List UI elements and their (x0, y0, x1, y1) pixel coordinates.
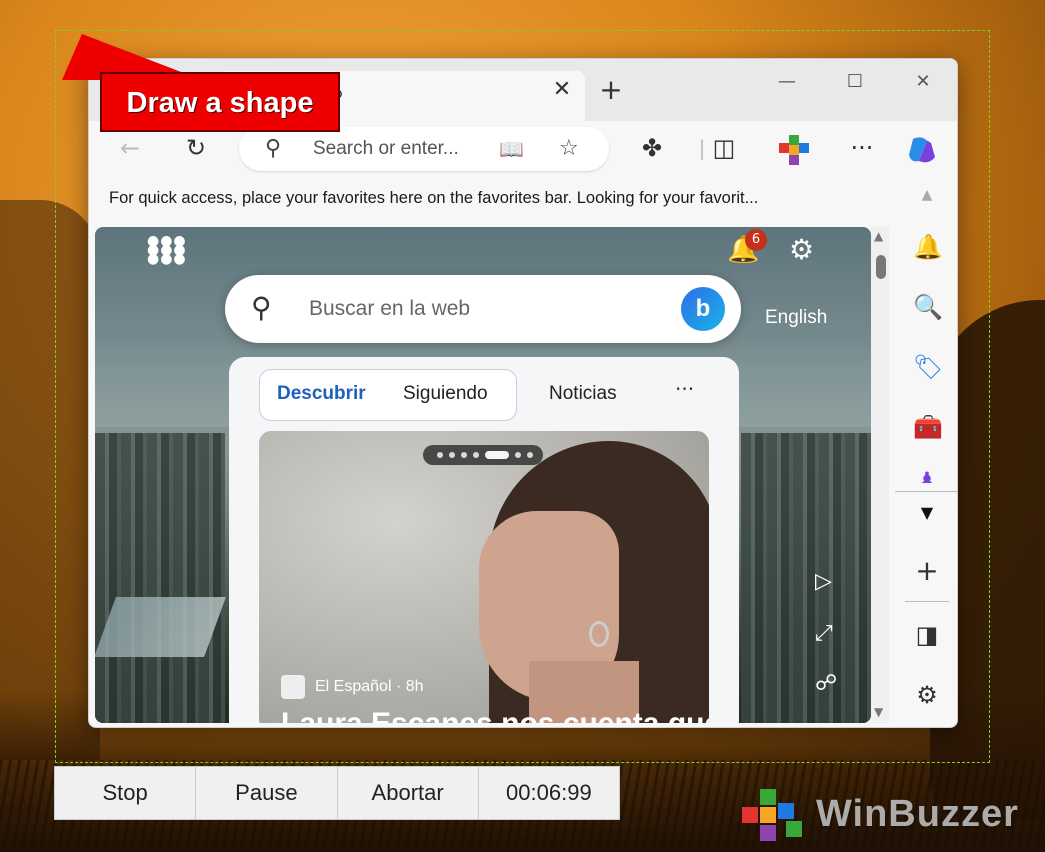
tab-close-icon[interactable]: ✕ (551, 79, 573, 101)
sidebar-divider (895, 491, 957, 492)
sidebar-add-icon[interactable]: + (913, 557, 941, 585)
language-link[interactable]: English (765, 307, 827, 329)
scrollbar-thumb[interactable] (876, 255, 886, 279)
read-aloud-icon[interactable]: 📖 (499, 137, 524, 161)
pause-button[interactable]: Pause (196, 767, 338, 819)
abort-button[interactable]: Abortar (338, 767, 479, 819)
sidebar-panel-toggle-icon[interactable]: ◨ (913, 621, 941, 649)
page-scrollbar[interactable]: ▲ ▼ (871, 227, 889, 723)
browser-window: o ✕ + — ☐ ✕ ← ↻ ⚲ Search or enter... 📖 ☆… (88, 58, 958, 728)
copilot-icon[interactable] (905, 133, 935, 163)
favorites-bar-message: For quick access, place your favorites h… (109, 189, 759, 207)
carousel-dots[interactable] (423, 445, 543, 465)
recording-timer: 00:06:99 (506, 780, 592, 805)
sidebar-shopping-icon[interactable]: 🏷 (913, 353, 943, 381)
watermark-text: WinBuzzer (816, 793, 1019, 835)
new-tab-button[interactable]: + (599, 76, 623, 104)
city-buildings-left (95, 433, 225, 723)
winbuzzer-extension-icon[interactable] (777, 133, 809, 165)
play-icon[interactable]: ▷ (815, 569, 832, 594)
edge-sidebar: ▲ 🔔 🔍 🏷 🧰 ♟ ▼ + ◨ ⚙ (895, 177, 957, 727)
article-source-text: El Español · 8h (315, 678, 424, 696)
tab-siguiendo[interactable]: Siguiendo (403, 383, 488, 405)
article-headline[interactable]: Laura Escanes nos cuenta qué (281, 707, 709, 723)
extensions-icon[interactable]: ✤ (637, 133, 667, 163)
sidebar-search-icon[interactable]: 🔍 (913, 293, 943, 321)
city-buildings-right (741, 433, 871, 723)
scroll-down-arrow-icon[interactable]: ▼ (874, 705, 883, 719)
favorites-bar: For quick access, place your favorites h… (89, 177, 957, 221)
sidebar-scroll-down-icon[interactable]: ▼ (913, 499, 941, 527)
sidebar-notifications-icon[interactable]: 🔔 (913, 233, 943, 261)
article-source: El Español · 8h (281, 675, 424, 699)
web-search-input[interactable]: Buscar en la web (309, 297, 470, 321)
back-button[interactable]: ← (115, 133, 145, 163)
feedback-icon[interactable]: ☍ (815, 671, 837, 696)
expand-icon[interactable]: ⤢ (815, 621, 833, 646)
tab-descubrir[interactable]: Descubrir (277, 383, 366, 405)
news-article-image[interactable]: El Español · 8h Laura Escanes nos cuenta… (259, 431, 709, 723)
search-icon: ⚲ (265, 136, 282, 161)
sidebar-settings-gear-icon[interactable]: ⚙ (913, 681, 941, 709)
sidebar-scroll-up-icon[interactable]: ▲ (913, 181, 941, 209)
winbuzzer-logo-icon (742, 789, 808, 843)
new-tab-page: ●●● ●●● ●●● 🔔 6 ⚙ ⚲ Buscar en la web b Eng… (95, 227, 871, 723)
news-feed-card: Descubrir Siguiendo Noticias ··· El Espa… (229, 357, 739, 723)
minimize-button[interactable]: — (767, 69, 807, 95)
refresh-button[interactable]: ↻ (181, 133, 211, 163)
tab-noticias[interactable]: Noticias (549, 383, 617, 405)
recording-control-bar: Stop Pause Abortar 00:06:99 (54, 766, 620, 820)
favorite-star-icon[interactable]: ☆ (559, 137, 579, 161)
bing-chat-icon[interactable]: b (681, 287, 725, 331)
page-settings-gear-icon[interactable]: ⚙ (789, 233, 814, 266)
sidebar-divider (905, 601, 949, 602)
notification-count-badge: 6 (745, 229, 767, 251)
split-screen-icon[interactable]: ◫ (709, 133, 739, 163)
scroll-up-arrow-icon[interactable]: ▲ (874, 229, 883, 243)
apps-grid-icon[interactable]: ●●● ●●● ●●● (147, 234, 186, 266)
river (95, 597, 226, 657)
sidebar-games-icon[interactable]: ♟ (913, 467, 941, 483)
close-window-button[interactable]: ✕ (903, 69, 943, 95)
more-options-button[interactable]: ··· (847, 133, 877, 163)
winbuzzer-watermark: WinBuzzer (742, 785, 1042, 845)
web-search-box[interactable]: ⚲ Buscar en la web b (225, 275, 741, 343)
photo-earring (589, 621, 609, 647)
draw-shape-callout: Draw a shape (100, 72, 340, 132)
publisher-logo-icon (281, 675, 305, 699)
address-input[interactable]: Search or enter... (313, 138, 459, 160)
address-bar[interactable]: ⚲ Search or enter... 📖 ☆ (239, 127, 609, 171)
feed-more-icon[interactable]: ··· (675, 377, 694, 401)
sidebar-tools-icon[interactable]: 🧰 (913, 413, 943, 441)
search-icon: ⚲ (251, 291, 272, 324)
stop-button[interactable]: Stop (55, 767, 197, 819)
maximize-button[interactable]: ☐ (835, 69, 875, 95)
